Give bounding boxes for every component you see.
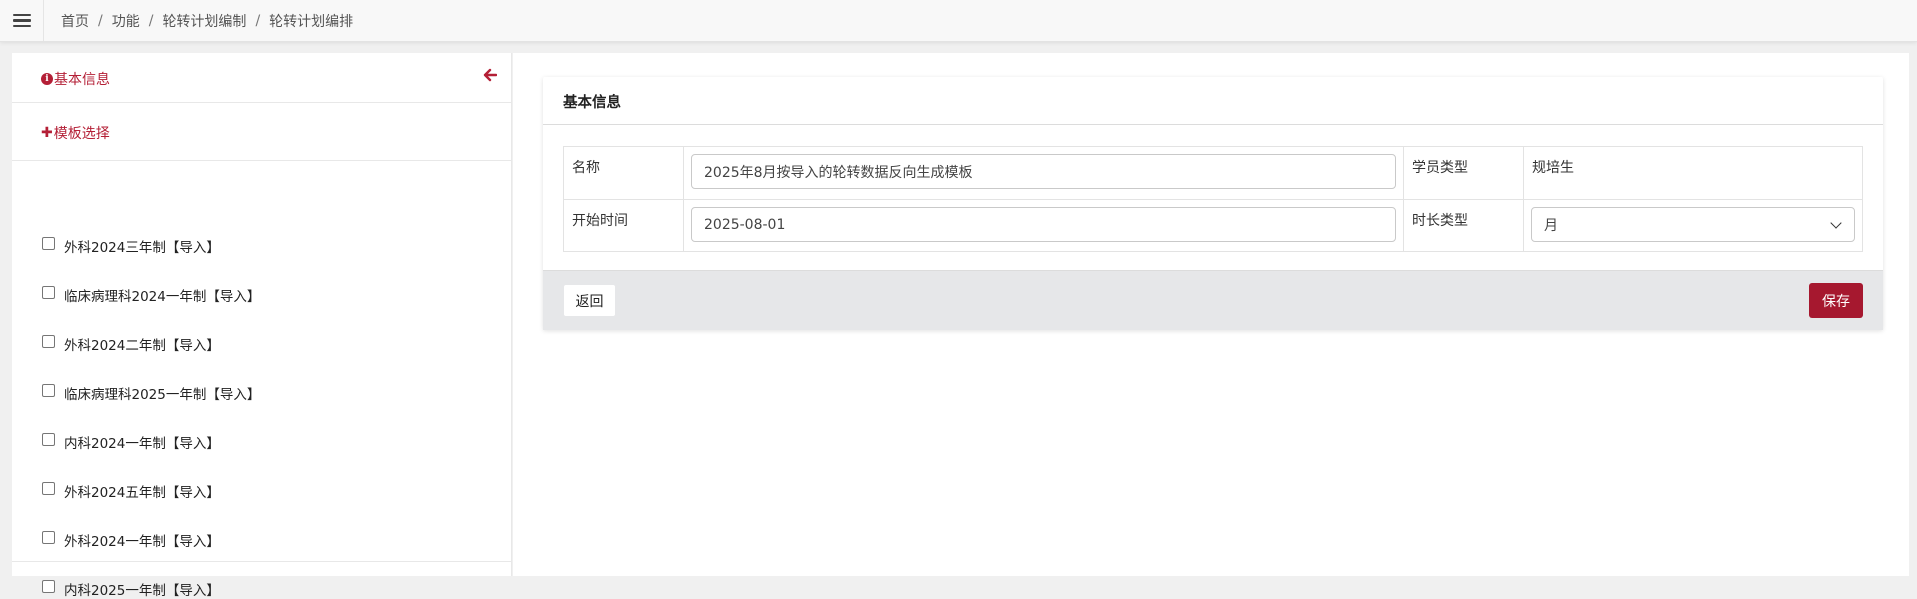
sidebar-basic-info-header: i 基本信息: [12, 53, 511, 103]
template-list-item[interactable]: 临床病理科2024一年制【导入】: [42, 285, 260, 305]
template-label: 临床病理科2024一年制【导入】: [64, 289, 261, 305]
template-checkbox[interactable]: [42, 432, 55, 446]
breadcrumb-features[interactable]: 功能: [112, 11, 140, 31]
breadcrumb-rotation-planning[interactable]: 轮转计划编制: [162, 11, 246, 31]
template-checkbox[interactable]: [42, 236, 55, 250]
template-list-item[interactable]: 外科2024五年制【导入】: [42, 481, 220, 501]
template-checkbox[interactable]: [42, 530, 55, 544]
duration-type-field-cell: 月: [1523, 199, 1863, 252]
breadcrumb-separator: /: [255, 13, 261, 29]
template-list-item[interactable]: 外科2024三年制【导入】: [42, 236, 220, 256]
breadcrumb-separator: /: [148, 13, 154, 29]
chevron-down-icon: [1830, 216, 1842, 229]
student-type-label: 学员类型: [1403, 146, 1524, 200]
plus-icon: ✚: [41, 125, 53, 141]
duration-type-select[interactable]: 月: [1531, 207, 1855, 242]
template-checkbox[interactable]: [42, 383, 55, 397]
template-label: 外科2024二年制【导入】: [64, 338, 220, 354]
template-label: 外科2024五年制【导入】: [64, 485, 220, 501]
sidebar-template-header: ✚ 模板选择: [12, 103, 511, 161]
card-header: 基本信息: [543, 77, 1883, 125]
template-label: 内科2025一年制【导入】: [64, 583, 220, 599]
template-label: 外科2024一年制【导入】: [64, 534, 220, 550]
start-time-label: 开始时间: [563, 199, 684, 252]
template-list-item[interactable]: 外科2024一年制【导入】: [42, 530, 220, 550]
student-type-value: 规培生: [1523, 146, 1863, 200]
template-checkbox[interactable]: [42, 334, 55, 348]
back-button[interactable]: 返回: [563, 284, 616, 317]
hamburger-icon: [12, 13, 31, 28]
breadcrumb-separator: /: [98, 13, 103, 29]
save-button[interactable]: 保存: [1809, 283, 1863, 318]
template-checkbox[interactable]: [42, 285, 55, 299]
sidebar-template-select-tab[interactable]: ✚ 模板选择: [41, 123, 110, 143]
template-checkbox[interactable]: [42, 579, 55, 593]
basic-info-label: 基本信息: [54, 72, 110, 88]
template-list-item[interactable]: 内科2024一年制【导入】: [42, 432, 220, 452]
divider: [12, 561, 511, 562]
template-label: 内科2024一年制【导入】: [64, 436, 220, 452]
arrow-left-icon[interactable]: [483, 67, 498, 86]
template-label: 临床病理科2025一年制【导入】: [64, 387, 261, 403]
name-input[interactable]: [691, 154, 1396, 189]
basic-info-form: 名称 学员类型 规培生 开始时间 时长类型 月: [563, 146, 1863, 252]
template-list-item[interactable]: 内科2025一年制【导入】: [42, 579, 220, 599]
template-label: 外科2024三年制【导入】: [64, 240, 220, 256]
card-title: 基本信息: [563, 95, 621, 111]
left-sidebar: i 基本信息 ✚ 模板选择 外科2024三年制【导入】 临床病理科2024一年制…: [12, 53, 512, 599]
card-footer: 返回 保存: [543, 270, 1883, 330]
name-label: 名称: [563, 146, 684, 200]
breadcrumb-home[interactable]: 首页: [61, 11, 89, 31]
template-checkbox[interactable]: [42, 481, 55, 495]
duration-type-selected-value: 月: [1544, 217, 1558, 234]
template-list-item[interactable]: 外科2024二年制【导入】: [42, 334, 220, 354]
top-bar: 首页 / 功能 / 轮转计划编制 / 轮转计划编排: [0, 0, 1917, 42]
start-time-field-cell: [683, 199, 1404, 252]
template-list-item[interactable]: 临床病理科2025一年制【导入】: [42, 383, 260, 403]
breadcrumb-current: 轮转计划编排: [269, 14, 354, 30]
template-select-label: 模板选择: [53, 126, 110, 142]
duration-type-label: 时长类型: [1403, 199, 1524, 252]
name-field-cell: [683, 146, 1404, 200]
main-content: 基本信息 名称 学员类型 规培生 开始时间 时长类型 月: [513, 53, 1909, 576]
info-circle-icon: i: [41, 73, 53, 85]
breadcrumb: 首页 / 功能 / 轮转计划编制 / 轮转计划编排: [61, 11, 353, 31]
start-time-input[interactable]: [691, 207, 1396, 242]
sidebar-basic-info-tab[interactable]: i 基本信息: [41, 69, 110, 89]
menu-toggle-button[interactable]: [0, 0, 44, 41]
basic-info-card: 基本信息 名称 学员类型 规培生 开始时间 时长类型 月: [543, 77, 1883, 330]
